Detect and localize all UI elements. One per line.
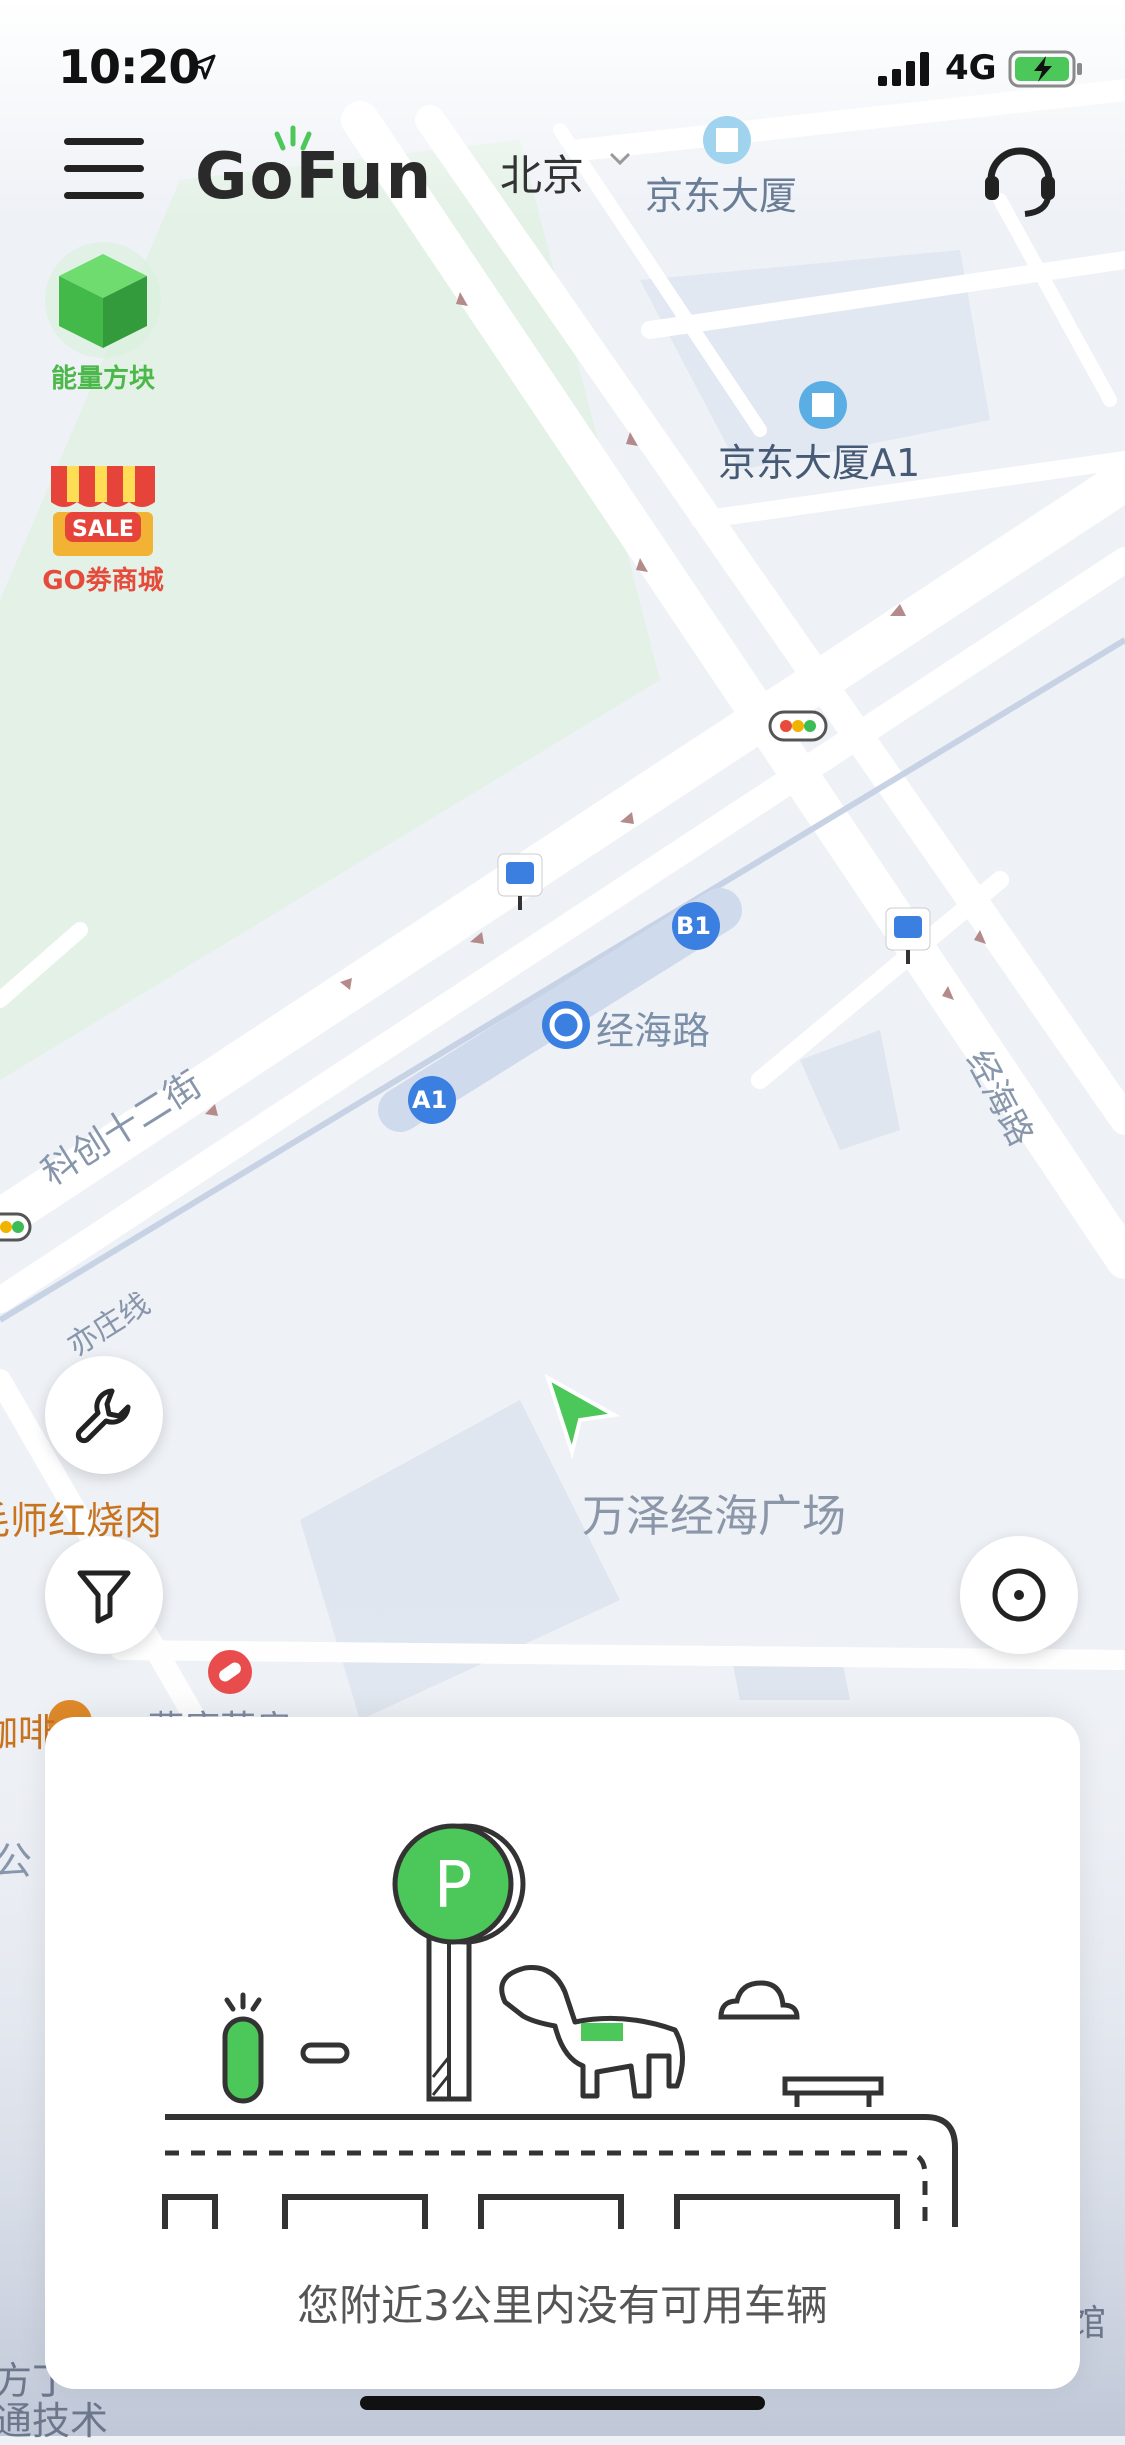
status-time: 10:20: [58, 40, 200, 94]
building-icon: [799, 381, 847, 429]
filter-icon: [77, 1570, 131, 1624]
hamburger-icon: [64, 138, 144, 145]
city-selector[interactable]: 北京: [500, 142, 584, 203]
chevron-down-icon[interactable]: [605, 144, 635, 174]
metro-exit-a1-label: A1: [412, 1086, 448, 1114]
poi-label-restaurant[interactable]: 毛师红烧肉: [0, 1490, 162, 1545]
gofun-logo-text: GoFun: [195, 140, 433, 210]
metro-exit-b1-label: B1: [676, 912, 711, 940]
sale-shop-icon: SALE: [51, 466, 155, 556]
network-type: 4G: [945, 48, 997, 88]
station-label-jinghai[interactable]: 经海路: [596, 1000, 710, 1055]
traffic-light-icon: [0, 1212, 32, 1242]
sale-badge-text: SALE: [72, 517, 134, 542]
filter-button[interactable]: [45, 1536, 163, 1654]
energy-block-label: 能量方块: [50, 364, 155, 394]
location-services-icon: [190, 54, 216, 80]
locate-me-button[interactable]: [960, 1536, 1078, 1654]
metro-station-icon: [542, 1001, 590, 1049]
go-mall-entry[interactable]: SALE GO劵商城: [28, 452, 178, 597]
poi-label-jd-building-a1[interactable]: 京东大厦A1: [718, 432, 920, 487]
maintenance-button[interactable]: [45, 1356, 163, 1474]
locate-icon: [992, 1568, 1046, 1622]
empty-parking-illustration: P: [162, 1823, 958, 2229]
gofun-logo: GoFun: [195, 125, 433, 210]
top-navigation-bar: GoFun 北京: [0, 110, 1125, 230]
pharmacy-icon: [208, 1650, 252, 1694]
energy-block-entry[interactable]: 能量方块: [28, 240, 178, 395]
map-label-partial: 通技术: [0, 2399, 109, 2443]
empty-vehicle-card: P 您附近3公里内没有可用车辆: [45, 1717, 1080, 2389]
signal-icon: [878, 52, 929, 86]
poi-label-wanze[interactable]: 万泽经海广场: [582, 1480, 846, 1544]
energy-cube-icon: [45, 242, 161, 358]
home-indicator[interactable]: [360, 2396, 765, 2410]
map-label-partial: 公: [0, 1839, 33, 1883]
menu-button[interactable]: [64, 138, 144, 202]
go-mall-label: GO劵商城: [42, 566, 164, 596]
customer-service-icon[interactable]: [975, 132, 1065, 222]
battery-charging-icon: [1008, 50, 1082, 88]
wrench-icon: [75, 1388, 131, 1444]
empty-state-message: 您附近3公里内没有可用车辆: [297, 2281, 828, 2330]
parking-p-letter: P: [434, 1849, 473, 1923]
traffic-light-icon: [768, 710, 828, 742]
